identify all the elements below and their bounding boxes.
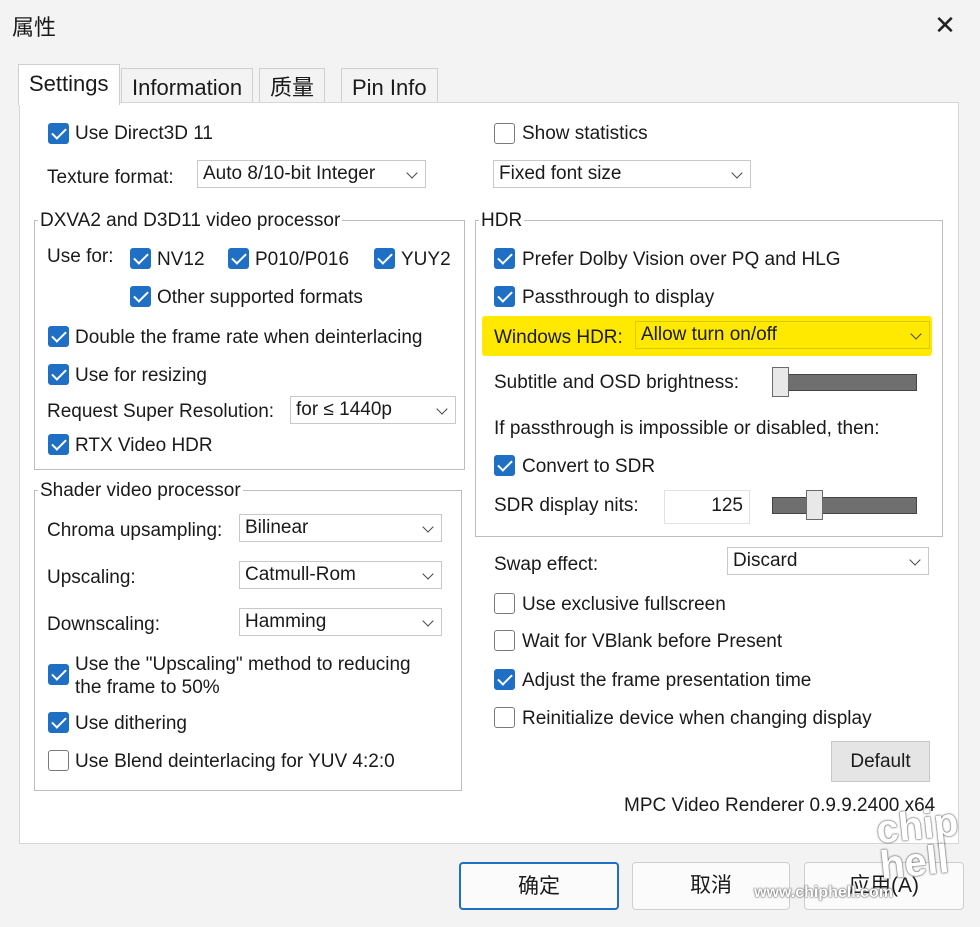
chevron-down-icon bbox=[909, 554, 921, 566]
sdr-nits-thumb[interactable] bbox=[806, 490, 823, 520]
double-frame-rate-checkbox[interactable] bbox=[48, 326, 69, 347]
sdr-nits-label: SDR display nits: bbox=[494, 495, 639, 516]
nv12-checkbox[interactable] bbox=[130, 248, 151, 269]
prefer-dolby-label: Prefer Dolby Vision over PQ and HLG bbox=[522, 249, 841, 270]
default-button[interactable]: Default bbox=[831, 741, 930, 782]
wait-vblank-label: Wait for VBlank before Present bbox=[522, 631, 783, 652]
chroma-label: Chroma upsampling: bbox=[47, 520, 223, 541]
use-d3d11-label: Use Direct3D 11 bbox=[75, 123, 213, 144]
adjust-frame-time-checkbox[interactable] bbox=[494, 669, 515, 690]
subtitle-brightness-slider[interactable] bbox=[772, 374, 917, 391]
show-statistics-checkbox[interactable] bbox=[494, 123, 515, 144]
convert-to-sdr-label: Convert to SDR bbox=[522, 456, 656, 477]
windows-hdr-label: Windows HDR: bbox=[494, 327, 623, 348]
texture-format-label: Texture format: bbox=[47, 167, 174, 188]
use-for-resizing-label: Use for resizing bbox=[75, 365, 207, 386]
windows-hdr-select[interactable]: Allow turn on/off bbox=[635, 321, 930, 349]
sdr-nits-value: 125 bbox=[711, 495, 743, 516]
chevron-down-icon bbox=[406, 167, 418, 179]
rtx-hdr-label: RTX Video HDR bbox=[75, 435, 213, 456]
wait-vblank-checkbox[interactable] bbox=[494, 630, 515, 651]
tab-pin-info[interactable]: Pin Info bbox=[341, 68, 438, 103]
prefer-dolby-checkbox[interactable] bbox=[494, 248, 515, 269]
use-d3d11-checkbox[interactable] bbox=[48, 123, 69, 144]
subtitle-brightness-thumb[interactable] bbox=[772, 367, 789, 397]
chevron-down-icon bbox=[422, 568, 434, 580]
swap-effect-select[interactable]: Discard bbox=[727, 547, 929, 575]
use-for-resizing-checkbox[interactable] bbox=[48, 364, 69, 385]
texture-format-select[interactable]: Auto 8/10-bit Integer bbox=[197, 160, 426, 188]
upscaling-select[interactable]: Catmull-Rom bbox=[239, 561, 442, 589]
chiphell-logo-watermark: chip hell bbox=[874, 799, 961, 889]
watermark-url: www.chiphell.com bbox=[754, 884, 893, 901]
tab-settings[interactable]: Settings bbox=[18, 64, 120, 105]
other-formats-label: Other supported formats bbox=[157, 287, 363, 308]
use-dithering-label: Use dithering bbox=[75, 713, 187, 734]
blend-deinterlacing-label: Use Blend deinterlacing for YUV 4:2:0 bbox=[75, 751, 395, 772]
use-upscaling-method-checkbox[interactable] bbox=[48, 664, 69, 685]
window-title: 属性 bbox=[12, 15, 57, 40]
other-formats-checkbox[interactable] bbox=[130, 286, 151, 307]
chevron-down-icon bbox=[422, 521, 434, 533]
super-res-value: for ≤ 1440p bbox=[296, 399, 392, 420]
if-passthrough-text: If passthrough is impossible or disabled… bbox=[494, 418, 880, 439]
convert-to-sdr-checkbox[interactable] bbox=[494, 455, 515, 476]
p010-checkbox[interactable] bbox=[228, 248, 249, 269]
reinit-device-checkbox[interactable] bbox=[494, 707, 515, 728]
reinit-device-label: Reinitialize device when changing displa… bbox=[522, 708, 872, 729]
hdr-group-title: HDR bbox=[479, 210, 525, 232]
yuy2-checkbox[interactable] bbox=[374, 248, 395, 269]
use-dithering-checkbox[interactable] bbox=[48, 712, 69, 733]
downscaling-select[interactable]: Hamming bbox=[239, 608, 442, 636]
adjust-frame-time-label: Adjust the frame presentation time bbox=[522, 670, 812, 691]
upscaling-value: Catmull-Rom bbox=[245, 564, 356, 585]
texture-format-value: Auto 8/10-bit Integer bbox=[203, 163, 376, 184]
use-upscaling-method-label-line2: the frame to 50% bbox=[75, 677, 220, 698]
close-icon[interactable]: ✕ bbox=[928, 8, 962, 42]
passthrough-label: Passthrough to display bbox=[522, 287, 715, 308]
double-frame-rate-label: Double the frame rate when deinterlacing bbox=[75, 327, 423, 348]
shader-group-title: Shader video processor bbox=[38, 480, 243, 502]
chevron-down-icon bbox=[910, 328, 922, 340]
windows-hdr-value: Allow turn on/off bbox=[641, 324, 777, 345]
font-size-select[interactable]: Fixed font size bbox=[493, 160, 751, 188]
downscaling-label: Downscaling: bbox=[47, 614, 160, 635]
blend-deinterlacing-checkbox[interactable] bbox=[48, 750, 69, 771]
sdr-nits-input[interactable]: 125 bbox=[664, 490, 750, 524]
sdr-nits-slider[interactable] bbox=[772, 497, 917, 514]
swap-effect-label: Swap effect: bbox=[494, 554, 599, 575]
dxva-group-title: DXVA2 and D3D11 video processor bbox=[38, 210, 343, 232]
super-res-label: Request Super Resolution: bbox=[47, 401, 275, 422]
upscaling-label: Upscaling: bbox=[47, 567, 136, 588]
nv12-label: NV12 bbox=[157, 249, 205, 270]
chevron-down-icon bbox=[731, 167, 743, 179]
chroma-value: Bilinear bbox=[245, 517, 309, 538]
p010-label: P010/P016 bbox=[255, 249, 350, 270]
tab-quality[interactable]: 质量 bbox=[259, 68, 326, 103]
swap-effect-value: Discard bbox=[733, 550, 798, 571]
super-res-select[interactable]: for ≤ 1440p bbox=[290, 396, 456, 424]
font-size-value: Fixed font size bbox=[499, 163, 622, 184]
chroma-select[interactable]: Bilinear bbox=[239, 514, 442, 542]
exclusive-fullscreen-checkbox[interactable] bbox=[494, 593, 515, 614]
subtitle-brightness-label: Subtitle and OSD brightness: bbox=[494, 372, 740, 393]
ok-button[interactable]: 确定 bbox=[459, 862, 619, 910]
yuy2-label: YUY2 bbox=[401, 249, 451, 270]
tab-information[interactable]: Information bbox=[121, 68, 254, 103]
passthrough-checkbox[interactable] bbox=[494, 286, 515, 307]
use-for-label: Use for: bbox=[47, 246, 114, 267]
show-statistics-label: Show statistics bbox=[522, 123, 648, 144]
downscaling-value: Hamming bbox=[245, 611, 327, 632]
chevron-down-icon bbox=[422, 615, 434, 627]
exclusive-fullscreen-label: Use exclusive fullscreen bbox=[522, 594, 726, 615]
chevron-down-icon bbox=[436, 403, 448, 415]
rtx-hdr-checkbox[interactable] bbox=[48, 434, 69, 455]
use-upscaling-method-label-line1: Use the "Upscaling" method to reducing bbox=[75, 654, 411, 675]
